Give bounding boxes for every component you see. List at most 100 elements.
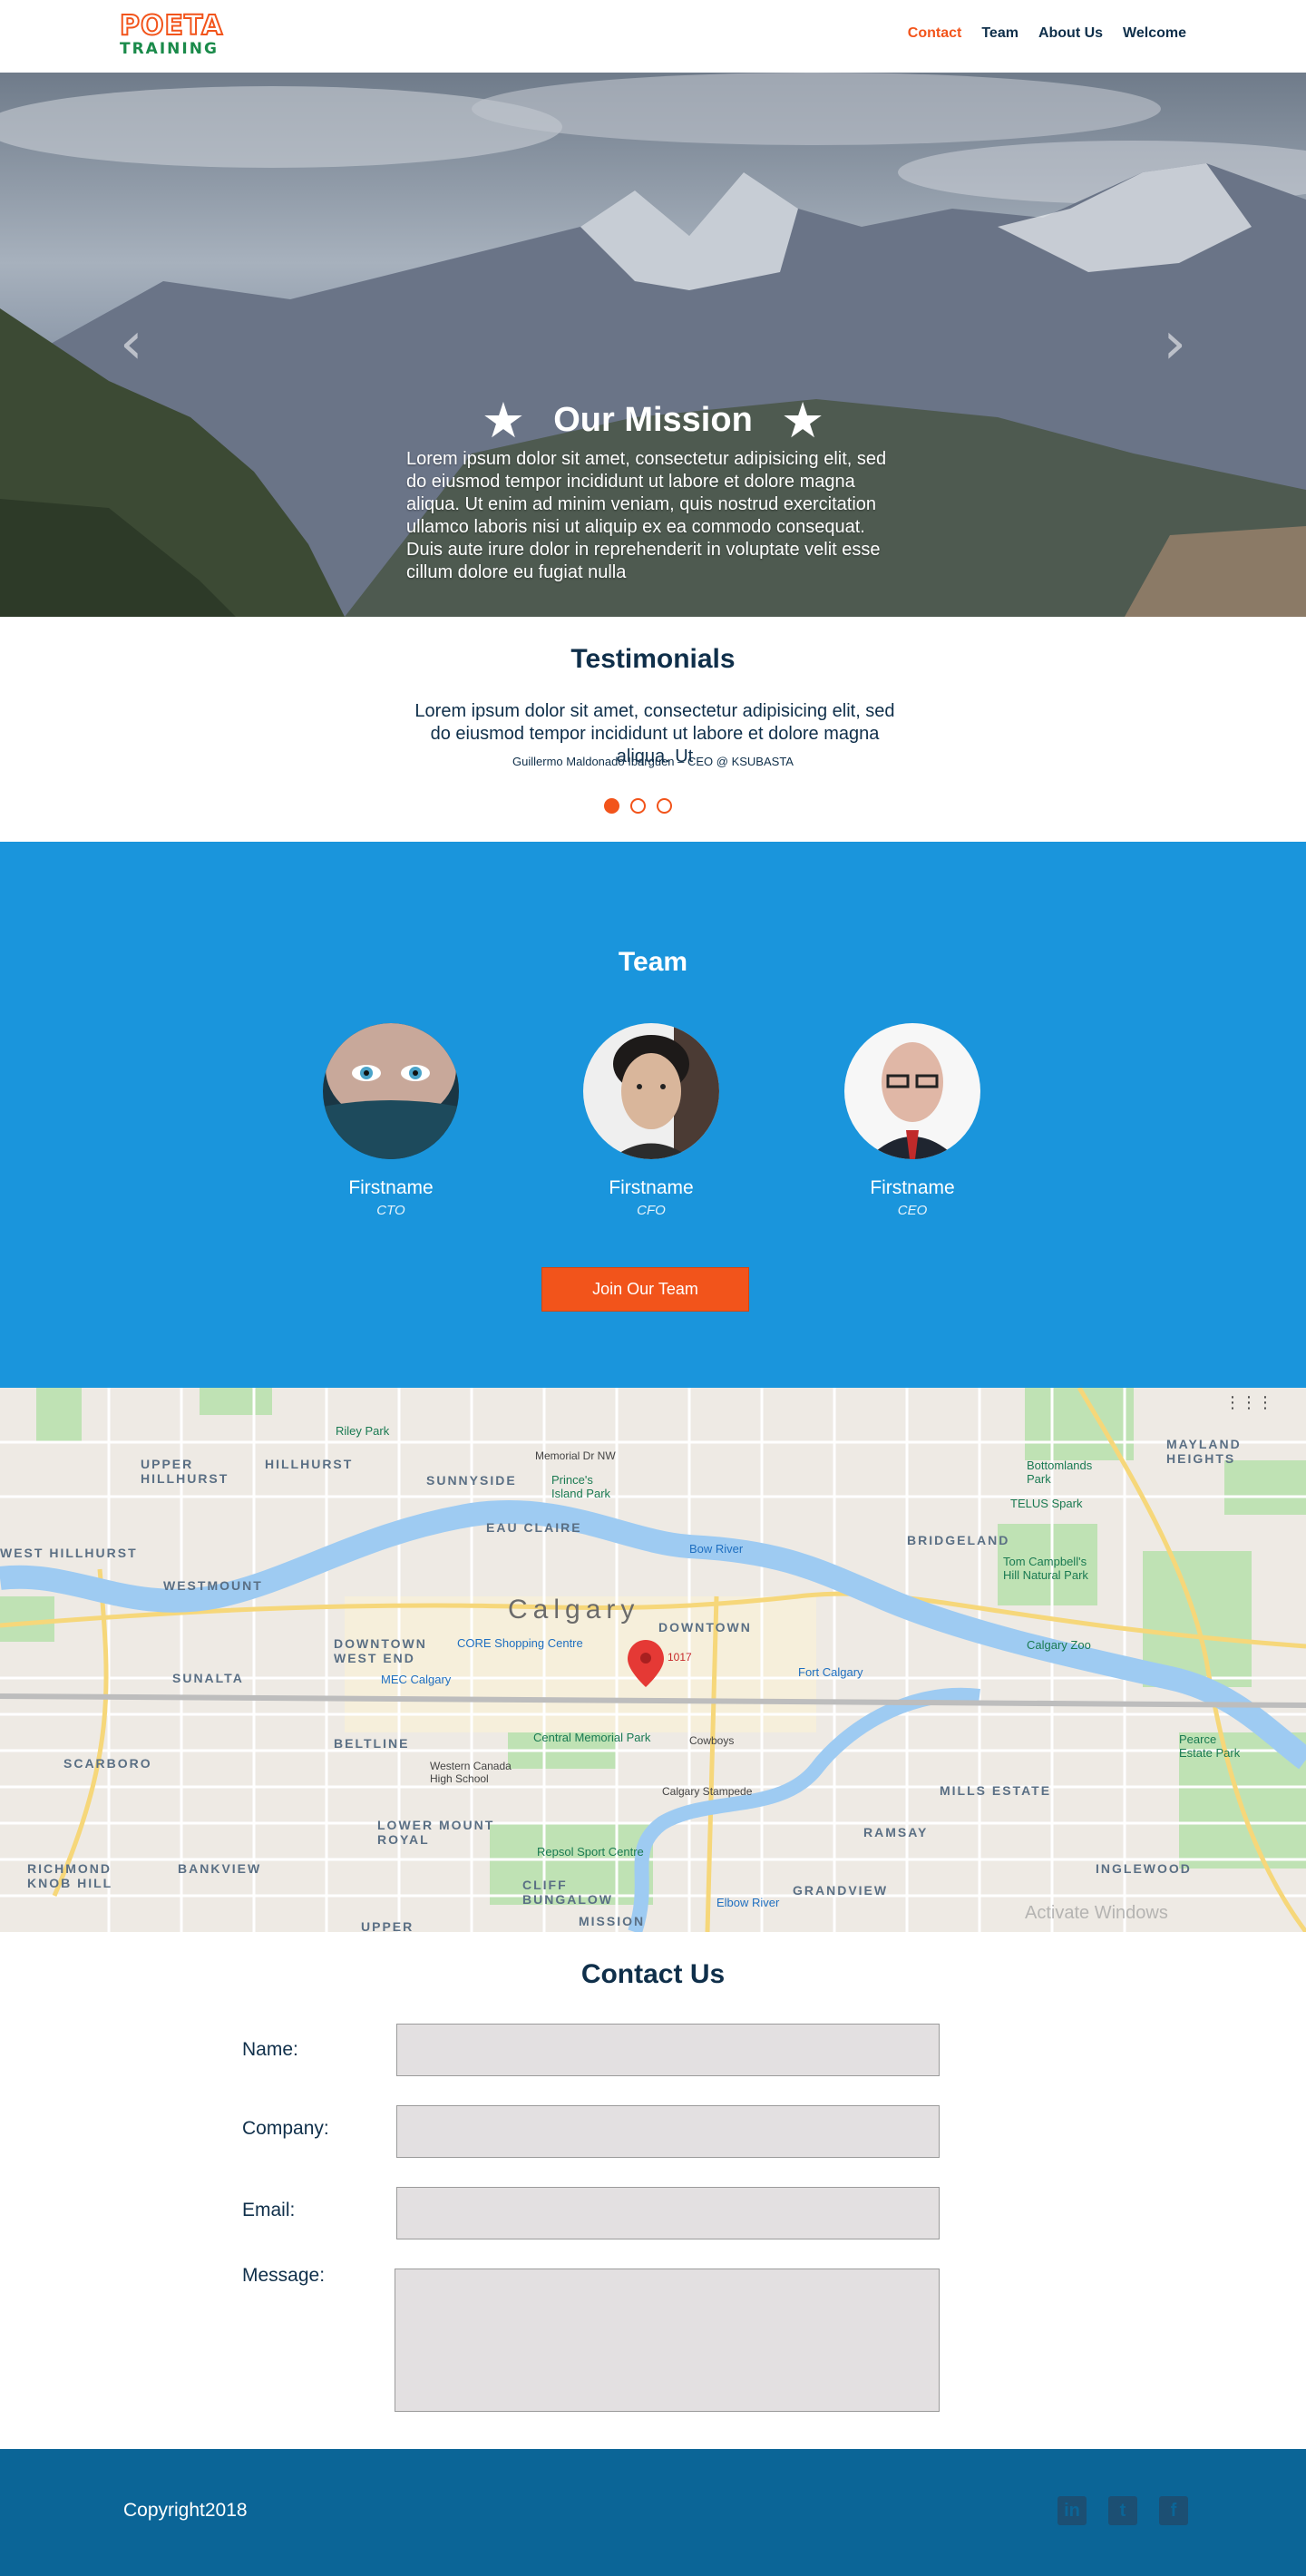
- map-label-bankview: BANKVIEW: [178, 1861, 262, 1876]
- map-label-downtown: DOWNTOWN: [658, 1620, 752, 1634]
- map-pin-label: 1017: [668, 1651, 692, 1664]
- avatar: [583, 1023, 719, 1159]
- map-label-sunnyside: SUNNYSIDE: [426, 1473, 517, 1488]
- map-label-central-memorial: Central Memorial Park: [533, 1731, 651, 1744]
- map-label-pearce-estate: Pearce Estate Park: [1179, 1732, 1241, 1760]
- map-label-repsol: Repsol Sport Centre: [537, 1845, 644, 1859]
- member-role: CTO: [376, 1203, 405, 1218]
- member-name: Firstname: [348, 1177, 434, 1198]
- map-label-upper: UPPER: [361, 1919, 414, 1932]
- map-label-western-canada: Western Canada High School: [430, 1760, 512, 1785]
- twitter-icon[interactable]: t: [1108, 2496, 1137, 2525]
- contact-section: Contact Us Name: Company: Email: Message…: [0, 1932, 1306, 2449]
- map-label-eau-claire: EAU CLAIRE: [486, 1520, 582, 1535]
- map-label-princes-island: Prince's Island Park: [551, 1473, 611, 1500]
- location-map[interactable]: Calgary 1017 Riley Park UPPER HILLHURST …: [0, 1388, 1306, 1932]
- map-label-downtown-west-end: DOWNTOWN WEST END: [334, 1636, 427, 1665]
- name-label: Name:: [242, 2039, 298, 2060]
- linkedin-icon[interactable]: in: [1057, 2496, 1087, 2525]
- star-icon-left: ★: [481, 392, 526, 449]
- member-name: Firstname: [609, 1177, 694, 1198]
- map-label-calgary-stampede: Calgary Stampede: [662, 1785, 753, 1798]
- avatar: [323, 1023, 459, 1159]
- member-role: CFO: [637, 1203, 666, 1218]
- testimonial-dot-1[interactable]: [604, 798, 619, 814]
- testimonial-author: Guillermo Maldonado Ibarguen – CEO @ KSU…: [512, 755, 794, 768]
- testimonial-dot-2[interactable]: [630, 798, 646, 814]
- star-icon-right: ★: [780, 392, 825, 449]
- map-label-mission: MISSION: [579, 1914, 646, 1928]
- carousel-prev-button[interactable]: ‹: [120, 310, 143, 377]
- copyright-text: Copyright2018: [123, 2500, 248, 2521]
- site-footer: Copyright2018 in t f: [0, 2449, 1306, 2576]
- logo-wordmark-top: POETA: [119, 10, 224, 42]
- testimonial-indicators: [604, 798, 672, 814]
- logo-wordmark-bottom: TRAINING: [120, 40, 219, 58]
- apps-grid-icon[interactable]: ⋮⋮⋮: [1224, 1393, 1273, 1412]
- map-label-cliff-bungalow: CLIFF BUNGALOW: [522, 1878, 613, 1907]
- testimonials-title: Testimonials: [570, 644, 736, 674]
- map-label-hillhurst: HILLHURST: [265, 1457, 354, 1471]
- message-field[interactable]: [395, 2269, 940, 2412]
- email-label: Email:: [242, 2200, 296, 2220]
- team-member-card: Firstname CEO: [822, 1023, 1003, 1218]
- nav-contact[interactable]: Contact: [908, 25, 962, 42]
- mission-text: Lorem ipsum dolor sit amet, consectetur …: [406, 449, 887, 582]
- map-label-tom-campbell: Tom Campbell's Hill Natural Park: [1003, 1555, 1088, 1582]
- map-label-west-hillhurst: WEST HILLHURST: [0, 1546, 138, 1560]
- poeta-training-logo[interactable]: POETA TRAINING: [119, 10, 232, 60]
- map-label-bridgeland: BRIDGELAND: [907, 1533, 1010, 1547]
- team-section: Team Firstname CTO Firstname CFO Firstna…: [0, 842, 1306, 1388]
- map-city-label: Calgary: [508, 1595, 640, 1625]
- map-label-bow-river: Bow River: [689, 1542, 744, 1556]
- company-label: Company:: [242, 2118, 329, 2139]
- map-label-mec: MEC Calgary: [381, 1673, 452, 1686]
- member-name: Firstname: [870, 1177, 955, 1198]
- mission-title: Our Mission: [553, 401, 753, 439]
- map-label-sunalta: SUNALTA: [172, 1671, 244, 1685]
- map-label-inglewood: INGLEWOOD: [1096, 1861, 1192, 1876]
- name-field[interactable]: [396, 2024, 940, 2076]
- site-header: POETA TRAINING Contact Team About Us Wel…: [0, 0, 1306, 73]
- nav-welcome[interactable]: Welcome: [1123, 25, 1186, 42]
- map-label-lower-mount-royal: LOWER MOUNT ROYAL: [377, 1818, 495, 1847]
- carousel-next-button[interactable]: ›: [1163, 310, 1186, 377]
- map-label-riley-park: Riley Park: [336, 1424, 390, 1438]
- testimonials-section: Testimonials Lorem ipsum dolor sit amet,…: [0, 617, 1306, 842]
- map-label-ramsay: RAMSAY: [863, 1825, 929, 1839]
- team-member-card: Firstname CFO: [560, 1023, 742, 1218]
- map-label-mills-estate: MILLS ESTATE: [940, 1783, 1052, 1798]
- nav-team[interactable]: Team: [981, 25, 1018, 42]
- map-label-calgary-zoo: Calgary Zoo: [1027, 1638, 1091, 1652]
- main-nav: Contact Team About Us Welcome: [908, 25, 1186, 42]
- map-label-bottomlands: Bottomlands Park: [1027, 1459, 1093, 1486]
- avatar: [844, 1023, 980, 1159]
- member-role: CEO: [897, 1203, 928, 1218]
- map-label-richmond-knob-hill: RICHMOND KNOB HILL: [27, 1861, 113, 1890]
- social-links: in t f: [1057, 2496, 1188, 2525]
- map-label-elbow-river: Elbow River: [716, 1896, 780, 1909]
- facebook-icon[interactable]: f: [1159, 2496, 1188, 2525]
- email-field[interactable]: [396, 2187, 940, 2239]
- join-our-team-button[interactable]: Join Our Team: [541, 1267, 749, 1312]
- company-field[interactable]: [396, 2105, 940, 2158]
- map-label-scarboro: SCARBORO: [63, 1756, 152, 1771]
- map-label-cowboys: Cowboys: [689, 1734, 735, 1747]
- map-label-upper-hillhurst: UPPER HILLHURST: [141, 1457, 229, 1486]
- map-label-grandview: GRANDVIEW: [793, 1883, 889, 1898]
- map-label-beltline: BELTLINE: [334, 1736, 410, 1751]
- contact-title: Contact Us: [580, 1959, 726, 1989]
- map-label-memorial-dr: Memorial Dr NW: [535, 1449, 616, 1462]
- team-member-card: Firstname CTO: [300, 1023, 482, 1218]
- nav-about-us[interactable]: About Us: [1038, 25, 1103, 42]
- map-label-westmount: WESTMOUNT: [163, 1578, 263, 1593]
- team-title: Team: [618, 947, 688, 977]
- mission-hero-carousel: ‹ › ★ Our Mission ★ Lorem ipsum dolor si…: [0, 73, 1306, 617]
- activate-windows-watermark: Activate Windows: [1025, 1903, 1168, 1923]
- message-label: Message:: [242, 2265, 326, 2286]
- map-label-fort-calgary: Fort Calgary: [798, 1665, 863, 1679]
- mission-heading: ★ Our Mission ★: [0, 392, 1306, 449]
- testimonial-dot-3[interactable]: [657, 798, 672, 814]
- map-label-telus-spark: TELUS Spark: [1010, 1497, 1083, 1510]
- map-label-mayland-heights: MAYLAND HEIGHTS: [1166, 1437, 1242, 1466]
